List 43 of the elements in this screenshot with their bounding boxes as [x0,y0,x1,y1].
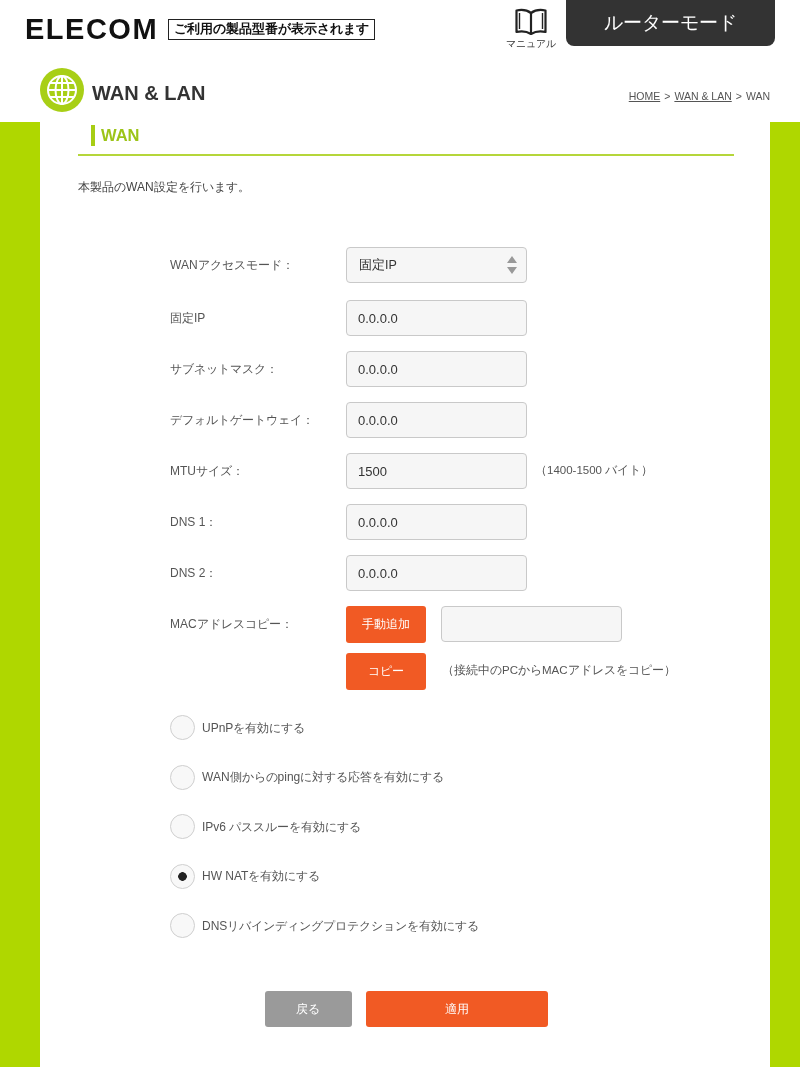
access-mode-select[interactable]: 固定IP [346,247,527,283]
field-label: サブネットマスク： [170,361,279,378]
section-description: 本製品のWAN設定を行います。 [78,179,251,196]
field-label: デフォルトゲートウェイ： [170,412,315,429]
manual-link[interactable]: マニュアル [506,8,556,50]
brand-logo: ELECOM [25,15,159,44]
option-label[interactable]: HW NATを有効にする [202,867,321,885]
option-radio[interactable] [170,814,195,839]
option-label[interactable]: DNSリバインディングプロテクションを有効にする [202,916,480,935]
option-radio[interactable] [170,764,195,790]
option-radio[interactable] [170,863,195,889]
field-label: MTUサイズ： [170,463,245,480]
text-field[interactable]: 0.0.0.0 [346,504,527,540]
field-label: DNS 1： [170,514,219,531]
field-label: MACアドレスコピー： [170,616,294,633]
breadcrumb-link[interactable]: HOME [628,90,661,102]
option-label[interactable]: WAN側からのpingに対する応答を有効にする [202,768,445,786]
option-label[interactable]: IPv6 パススルーを有効にする [202,817,362,836]
option-radio[interactable] [170,913,195,938]
up-down-caret-icon [507,256,517,274]
text-field[interactable]: 0.0.0.0 [346,351,527,387]
model-notice: ご利用の製品型番が表示されます [168,19,376,40]
option-radio[interactable] [170,715,195,740]
breadcrumb-link[interactable]: WAN & LAN [674,90,732,102]
section-title: WAN [91,125,140,146]
globe-icon [40,68,84,112]
mac-address-field[interactable] [441,606,622,642]
option-label[interactable]: UPnPを有効にする [202,718,306,737]
breadcrumb-current: WAN [745,90,770,102]
mode-indicator: ルーターモード [566,0,775,46]
book-icon [515,8,547,35]
field-label: WANアクセスモード： [170,257,295,274]
text-field[interactable]: 1500 [346,453,527,489]
field-hint: （1400-1500 バイト） [535,463,654,479]
copy-hint: （接続中のPCからMACアドレスをコピー） [442,663,676,679]
breadcrumb-separator: > [735,90,742,102]
breadcrumb-separator: > [664,90,671,102]
field-label: DNS 2： [170,565,219,582]
text-field[interactable]: 0.0.0.0 [346,402,527,438]
text-field[interactable]: 0.0.0.0 [346,300,527,336]
field-label: 固定IP [170,310,207,327]
page-title: WAN & LAN [92,83,206,103]
text-field[interactable]: 0.0.0.0 [346,555,527,591]
